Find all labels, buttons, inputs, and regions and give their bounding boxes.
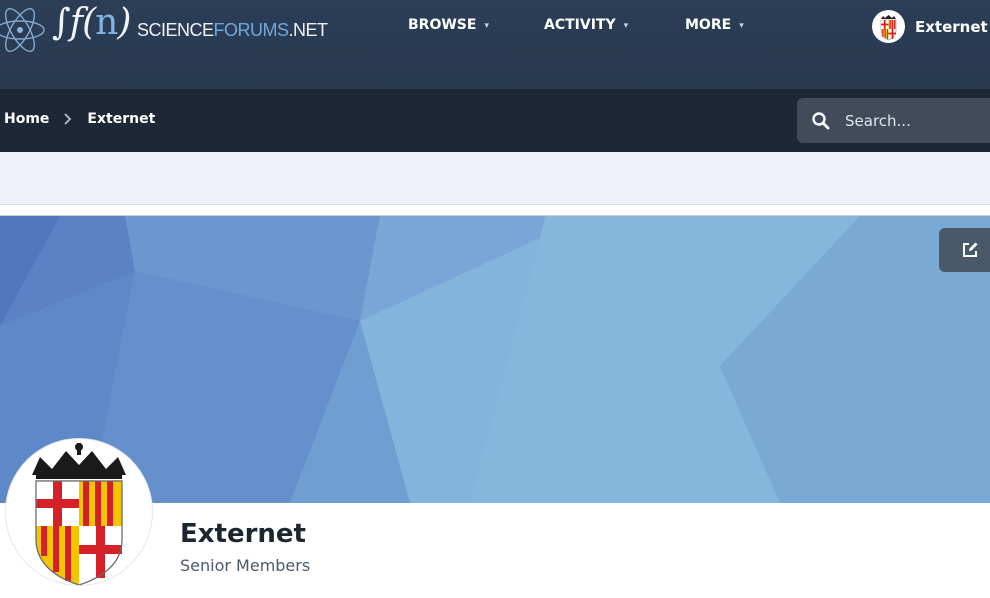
chevron-down-icon: ▾	[484, 20, 489, 31]
chevron-right-icon	[64, 113, 72, 125]
user-name: Externet	[915, 17, 988, 36]
search-input[interactable]	[843, 110, 987, 131]
secondary-bar	[0, 152, 990, 205]
atom-icon	[0, 8, 45, 52]
coat-of-arms-image	[32, 443, 126, 585]
site-header: ∫f(n) SCIENCEFORUMS.NET BROWSE ▾ ACTIVIT…	[0, 0, 990, 89]
breadcrumb-current[interactable]: Externet	[87, 111, 155, 127]
edit-icon	[963, 242, 978, 257]
logo-fn: ∫f(n)	[52, 2, 131, 43]
search-box[interactable]	[797, 98, 990, 143]
chevron-down-icon: ▾	[623, 20, 629, 31]
user-avatar	[872, 10, 905, 43]
site-logo[interactable]: ∫f(n) SCIENCEFORUMS.NET	[0, 0, 328, 60]
nav-browse[interactable]: BROWSE ▾	[408, 17, 489, 33]
nav-activity[interactable]: ACTIVITY ▾	[544, 17, 628, 33]
nav-browse-label: BROWSE	[408, 17, 477, 33]
profile-avatar	[6, 439, 152, 585]
nav-more-label: MORE	[685, 17, 732, 33]
cover-background	[0, 216, 990, 503]
edit-cover-button[interactable]	[939, 228, 990, 272]
nav-activity-label: ACTIVITY	[544, 17, 616, 33]
logo-wordmark: SCIENCEFORUMS.NET	[137, 20, 328, 40]
breadcrumb-home[interactable]: Home	[4, 111, 49, 127]
search-icon[interactable]	[811, 111, 831, 131]
user-menu[interactable]: Externet	[872, 10, 988, 43]
nav-more[interactable]: MORE ▾	[685, 17, 744, 33]
chevron-down-icon: ▾	[739, 20, 744, 31]
breadcrumb: Home Externet	[4, 111, 155, 127]
profile-member-group: Senior Members	[180, 556, 311, 575]
logo-fn-text: ∫f(	[52, 2, 96, 43]
cover-photo	[0, 215, 990, 503]
profile-name: Externet	[180, 519, 306, 549]
breadcrumb-bar: Home Externet	[0, 89, 990, 152]
